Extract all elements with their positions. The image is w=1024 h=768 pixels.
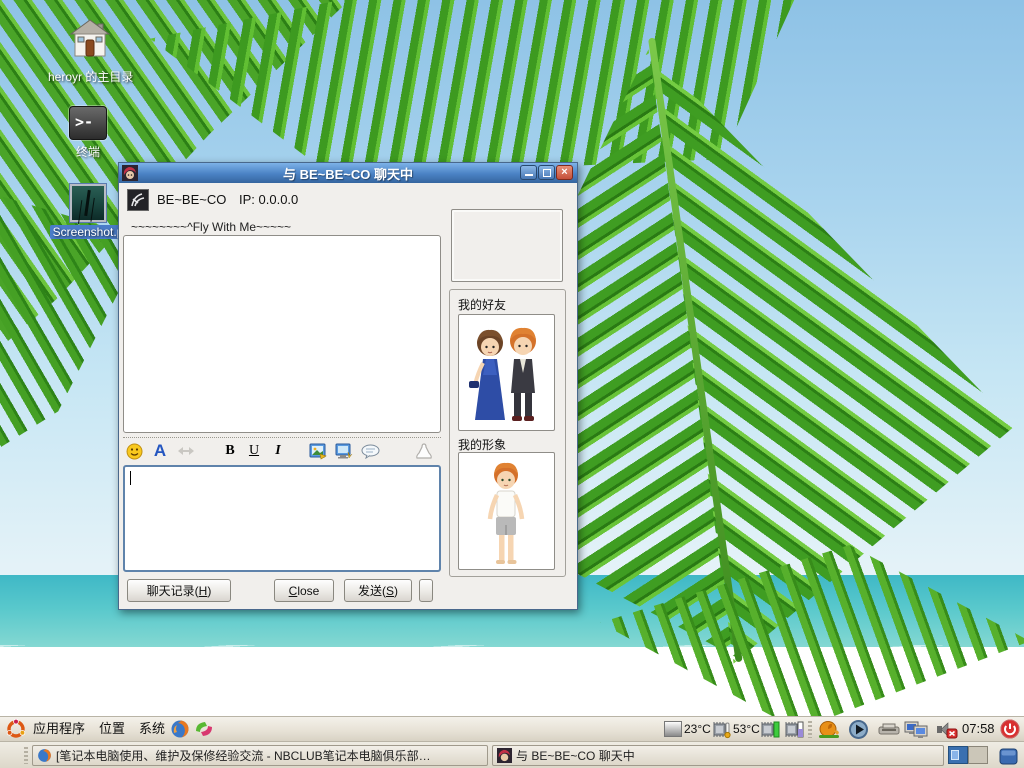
video-preview-box — [451, 209, 563, 282]
firefox-task-icon — [37, 748, 52, 763]
picture-icon — [309, 443, 327, 460]
bell-icon — [414, 443, 434, 460]
power-button-icon[interactable] — [1000, 719, 1020, 739]
firefox-launcher-icon[interactable] — [170, 719, 190, 739]
message-input[interactable] — [123, 465, 441, 572]
trash-applet-icon[interactable] — [998, 745, 1019, 766]
self-image-label: 我的形象 — [458, 436, 506, 453]
printer-tray-icon[interactable] — [878, 723, 900, 736]
home-folder-icon — [69, 18, 111, 60]
taskbar-button-label: [笔记本电脑使用、维护及保修经验交流 - NBCLUB笔记本电脑俱乐部… — [56, 747, 431, 764]
titlebar[interactable]: 与 BE~BE~CO 聊天中 × — [119, 163, 577, 183]
taskbar-button-chat[interactable]: 与 BE~BE~CO 聊天中 — [492, 745, 944, 766]
font-letter-icon: A — [154, 441, 166, 461]
text-caret — [130, 471, 131, 485]
font-button[interactable]: A — [149, 441, 171, 461]
speech-balloon-icon — [361, 444, 380, 459]
underline-button[interactable]: U — [243, 441, 265, 461]
cpu-freq-applet[interactable] — [664, 721, 682, 737]
gnome-panel-top: 应用程序 位置 系统 23°C 53°C — [0, 716, 1024, 741]
chat-history-button[interactable]: 聊天记录(H) — [127, 579, 231, 602]
close-button[interactable]: × — [556, 165, 573, 180]
nudge-button[interactable] — [413, 441, 435, 461]
bold-button[interactable]: B — [219, 441, 241, 461]
chip-purple-bar-icon[interactable] — [784, 720, 804, 739]
chip-thermometer-icon[interactable] — [712, 720, 731, 739]
minimize-button[interactable] — [520, 165, 537, 180]
maximize-button[interactable] — [538, 165, 555, 180]
desktop-icon-screenshot[interactable]: Screenshot.p — [48, 184, 128, 239]
desktop-icon-home[interactable]: heroyr 的主目录 — [48, 18, 132, 85]
tray-drag-handle[interactable] — [808, 721, 812, 738]
peer-avatar[interactable] — [127, 189, 149, 211]
network-monitor-icon[interactable] — [904, 719, 928, 740]
desktop-icon-label: Screenshot.p — [48, 225, 128, 239]
friends-characters-image — [459, 315, 554, 430]
terminal-icon: >- — [69, 106, 107, 140]
applications-menu-icon — [6, 719, 26, 739]
peer-avatar-icon — [128, 190, 148, 210]
menu-places[interactable]: 位置 — [94, 717, 130, 741]
peer-name: BE~BE~CO — [157, 192, 226, 207]
link-icon — [177, 445, 195, 457]
chat-history-area[interactable] — [123, 235, 441, 433]
peer-signature: ~~~~~~~~^Fly With Me~~~~~ — [131, 220, 291, 234]
chat-window: 与 BE~BE~CO 聊天中 × BE~BE~CO IP: 0.0.0.0 ~~… — [118, 162, 578, 610]
sidebar-group: 我的好友 — [449, 289, 566, 577]
taskbar-button-firefox[interactable]: [笔记本电脑使用、维护及保修经验交流 - NBCLUB笔记本电脑俱乐部… — [32, 745, 488, 766]
link-button[interactable] — [175, 441, 197, 461]
self-image-box[interactable] — [458, 452, 555, 570]
send-image-button[interactable] — [307, 441, 329, 461]
tasklist-drag-handle[interactable] — [24, 747, 28, 764]
tray-app-snail-icon[interactable] — [818, 719, 840, 740]
quick-reply-button[interactable] — [359, 441, 381, 461]
media-player-tray-icon[interactable] — [848, 719, 869, 740]
emoticon-button[interactable] — [123, 441, 145, 461]
toolbar-separator — [123, 437, 441, 438]
workspace-1[interactable] — [948, 746, 968, 764]
temp-sensor-1: 23°C — [684, 722, 711, 736]
menu-applications[interactable]: 应用程序 — [28, 717, 90, 741]
friends-image-box[interactable] — [458, 314, 555, 431]
chat-task-icon — [497, 748, 512, 763]
chat-window-body: BE~BE~CO IP: 0.0.0.0 ~~~~~~~~^Fly With M… — [119, 183, 577, 610]
image-thumbnail-icon — [70, 184, 106, 222]
screen-capture-button[interactable] — [333, 441, 355, 461]
clock-applet[interactable]: 07:58 — [962, 721, 995, 736]
temp-sensor-2: 53°C — [733, 722, 760, 736]
gnome-panel-bottom: [笔记本电脑使用、维护及保修经验交流 - NBCLUB笔记本电脑俱乐部… 与 B… — [0, 741, 1024, 768]
desktop-icon-terminal[interactable]: >- 终端 — [48, 106, 128, 160]
menu-system[interactable]: 系统 — [134, 717, 170, 741]
send-options-button[interactable] — [419, 579, 433, 602]
taskbar-button-label: 与 BE~BE~CO 聊天中 — [516, 747, 635, 764]
close-chat-button[interactable]: Close — [274, 579, 334, 602]
workspace-window-thumb — [951, 750, 959, 760]
chip-green-bar-icon[interactable] — [760, 720, 780, 739]
workspace-2[interactable] — [968, 746, 988, 764]
screen-capture-icon — [335, 443, 353, 460]
window-title: 与 BE~BE~CO 聊天中 — [119, 164, 577, 183]
desktop-icon-label: heroyr 的主目录 — [48, 68, 132, 85]
smiley-icon — [126, 443, 143, 460]
app-launcher-icon[interactable] — [194, 719, 214, 739]
peer-ip: IP: 0.0.0.0 — [239, 192, 298, 207]
self-character-image — [459, 453, 554, 569]
volume-muted-icon[interactable] — [936, 720, 958, 739]
send-button[interactable]: 发送(S) — [344, 579, 412, 602]
desktop-icon-label: 终端 — [48, 143, 128, 160]
italic-button[interactable]: I — [267, 441, 289, 461]
friends-label: 我的好友 — [458, 296, 506, 313]
